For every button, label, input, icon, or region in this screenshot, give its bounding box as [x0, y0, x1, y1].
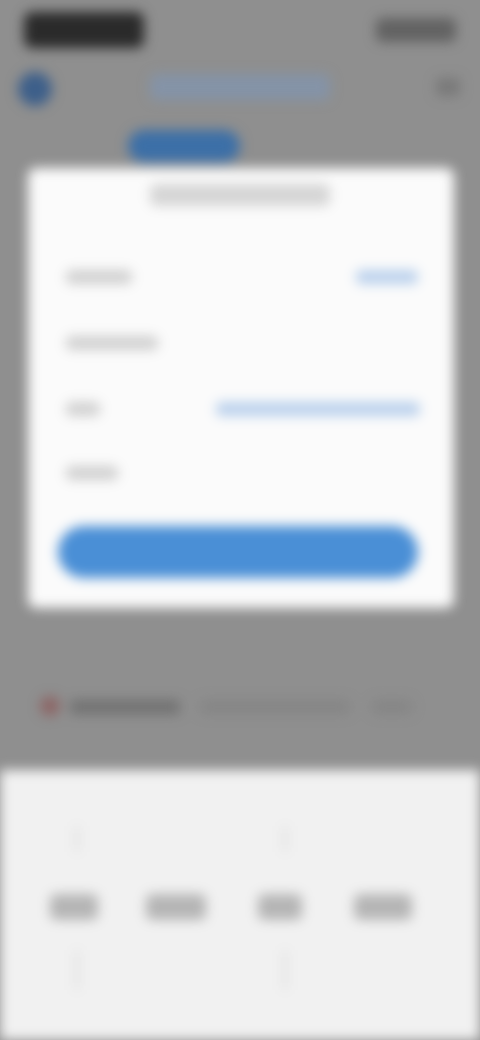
status-bar-icons — [376, 18, 456, 42]
confirm-button[interactable] — [58, 526, 418, 578]
modal-title — [150, 184, 330, 206]
list-item-subtitle — [200, 700, 350, 714]
page-title — [150, 74, 330, 100]
action-pill[interactable] — [128, 130, 240, 162]
divider — [76, 826, 78, 852]
list-item-icon — [40, 696, 60, 716]
list-item-title — [70, 700, 180, 714]
row-label-4 — [66, 466, 118, 480]
row-value-1[interactable] — [356, 270, 418, 284]
menu-icon[interactable] — [436, 78, 460, 96]
row-label-1 — [66, 270, 132, 284]
row-value-3[interactable] — [216, 402, 420, 416]
status-bar-time — [24, 12, 144, 48]
chevron-right-icon — [372, 700, 412, 714]
row-value-2[interactable] — [240, 336, 418, 350]
bottom-tab-2[interactable] — [146, 894, 206, 920]
bottom-tab-3[interactable] — [258, 894, 302, 920]
divider — [284, 826, 286, 852]
row-label-2 — [66, 336, 158, 350]
bottom-tab-1[interactable] — [50, 894, 98, 920]
divider — [284, 950, 286, 990]
bottom-tab-4[interactable] — [354, 894, 412, 920]
back-icon[interactable] — [18, 72, 52, 106]
row-value-4[interactable] — [240, 466, 418, 480]
row-label-3 — [66, 402, 100, 416]
divider — [76, 950, 78, 990]
